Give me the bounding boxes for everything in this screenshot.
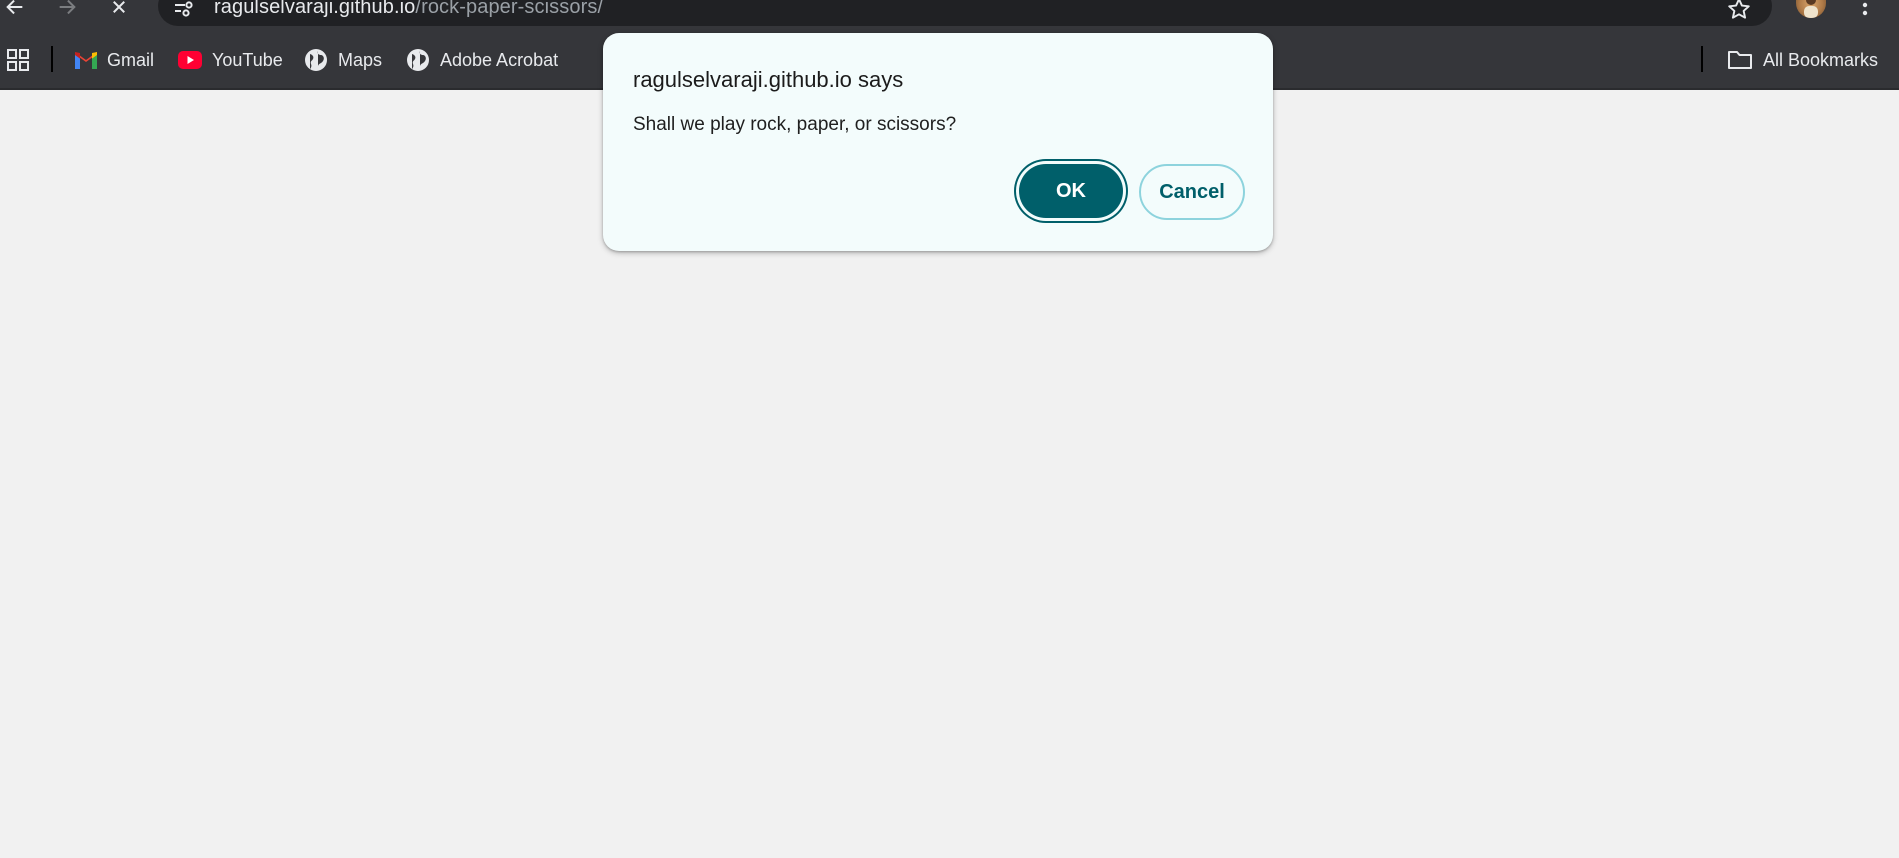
close-icon — [113, 1, 125, 13]
bookmark-maps[interactable]: Maps — [304, 46, 382, 74]
all-bookmarks-label: All Bookmarks — [1763, 49, 1879, 70]
url-text: ragulselvaraji.github.io/rock-paper-scis… — [214, 0, 603, 19]
youtube-icon — [178, 51, 202, 69]
bookmark-star-icon[interactable] — [1726, 0, 1752, 22]
profile-picture-icon — [1804, 0, 1818, 18]
back-arrow-icon — [6, 0, 23, 15]
stop-loading-button[interactable] — [104, 0, 134, 22]
forward-arrow-icon — [59, 0, 76, 15]
cancel-button[interactable]: Cancel — [1139, 164, 1245, 220]
url-host: ragulselvaraji.github.io — [214, 0, 416, 18]
bookmarks-divider — [51, 46, 53, 72]
ok-button[interactable]: OK — [1019, 164, 1123, 218]
globe-icon — [305, 49, 327, 71]
site-info-icon[interactable] — [172, 0, 196, 22]
bookmark-label: Gmail — [107, 49, 155, 70]
url-path: /rock-paper-scissors/ — [415, 0, 604, 18]
browser-toolbar: ragulselvaraji.github.io/rock-paper-scis… — [0, 0, 1899, 32]
all-bookmarks-button[interactable]: All Bookmarks — [1727, 46, 1878, 74]
forward-button[interactable] — [52, 0, 82, 22]
bookmark-label: YouTube — [212, 49, 283, 70]
dialog-title: ragulselvaraji.github.io says — [633, 67, 904, 92]
bookmark-youtube[interactable]: YouTube — [178, 46, 283, 74]
more-options-icon[interactable] — [1858, 0, 1872, 16]
profile-avatar[interactable] — [1796, 0, 1826, 18]
gmail-icon — [75, 52, 97, 69]
bookmark-gmail[interactable]: Gmail — [75, 46, 154, 74]
back-button[interactable] — [0, 0, 30, 22]
alert-dialog: ragulselvaraji.github.io says Shall we p… — [603, 33, 1273, 251]
globe-icon — [407, 49, 429, 71]
bookmark-adobe-acrobat[interactable]: Adobe Acrobat — [406, 46, 558, 74]
bookmarks-divider — [1701, 46, 1703, 72]
apps-grid-icon[interactable] — [6, 48, 30, 72]
bookmark-label: Adobe Acrobat — [440, 49, 559, 70]
address-bar[interactable]: ragulselvaraji.github.io/rock-paper-scis… — [158, 0, 1772, 26]
folder-icon — [1728, 51, 1752, 69]
dialog-message: Shall we play rock, paper, or scissors? — [633, 114, 957, 135]
bookmark-label: Maps — [338, 49, 383, 70]
